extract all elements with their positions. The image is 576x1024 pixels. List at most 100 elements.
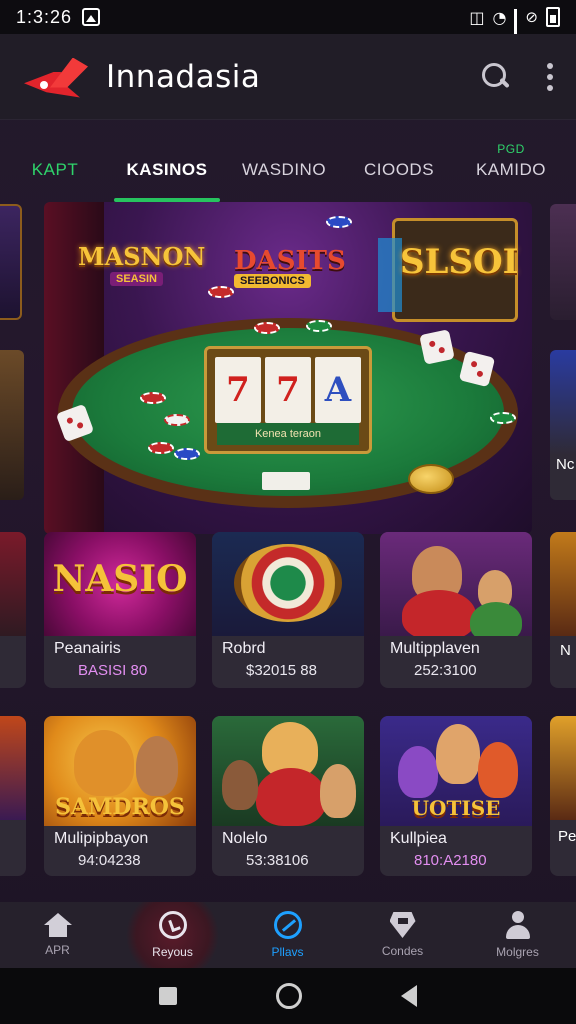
hero-subtitle-left: SEASIN <box>110 272 163 286</box>
edge-label: Nc <box>556 456 575 473</box>
edge-card-right-row3[interactable]: Pe <box>550 716 576 876</box>
hero-subtitle-center: SEEBONICS <box>234 274 311 288</box>
character-figure <box>436 724 480 784</box>
battery-icon <box>546 7 560 27</box>
game-meta: 252:3100 <box>414 662 477 679</box>
character-figure <box>470 602 522 636</box>
game-art <box>212 716 364 826</box>
chip <box>174 448 200 460</box>
tab-label: WASDINO <box>241 160 327 179</box>
nav-item-reyous[interactable]: Reyous <box>115 902 230 968</box>
nav-item-apr[interactable]: APR <box>0 902 115 968</box>
user-icon <box>504 911 532 939</box>
brand-logo <box>22 48 92 106</box>
edge-label: Pe <box>558 828 576 845</box>
nav-label: APR <box>45 943 70 957</box>
nav-item-molgres[interactable]: Molgres <box>460 902 575 968</box>
neon-light <box>378 238 402 312</box>
game-art <box>212 532 364 636</box>
chip <box>140 392 166 404</box>
tab-kapt[interactable]: KAPT <box>18 138 92 202</box>
chip <box>208 286 234 298</box>
nav-item-pllavs[interactable]: Pllavs <box>230 902 345 968</box>
gift-icon <box>390 912 416 938</box>
game-meta: 810:A2180 <box>414 852 487 869</box>
character-figure <box>402 590 476 636</box>
nav-label: Condes <box>381 944 424 958</box>
vibrate-icon: ◫ <box>469 7 485 27</box>
game-meta: $32015 88 <box>246 662 317 679</box>
app-bar: Innadasia <box>0 34 576 120</box>
tab-wasdino[interactable]: WASDINO <box>238 138 330 202</box>
edge-card-right-top[interactable] <box>550 204 576 320</box>
game-card[interactable]: UOTISE Kullpiea 810:A2180 <box>380 716 532 876</box>
reel-3: A <box>315 357 361 423</box>
chip <box>326 216 352 228</box>
character-figure <box>320 764 356 818</box>
chip <box>148 442 174 454</box>
tab-label: KAPT <box>31 160 79 179</box>
back-triangle-icon[interactable] <box>400 985 417 1007</box>
more-vert-icon[interactable] <box>546 62 554 91</box>
chip <box>254 322 280 334</box>
character-figure <box>222 760 258 810</box>
reel-2: 7 <box>265 357 311 423</box>
featured-banner[interactable]: MASNON SEASIN DASITS SEEBONICS SLSOI 7 7… <box>44 202 532 534</box>
game-art: SAMDROS <box>44 716 196 826</box>
play-icon <box>273 911 302 939</box>
status-icons: ◫ ◔ ⊘ <box>469 7 560 49</box>
status-time: 1:3:26 <box>16 6 73 27</box>
game-meta: BASISI 80 <box>78 662 148 679</box>
game-name: Multipplaven <box>390 640 480 657</box>
nav-item-condes[interactable]: Condes <box>345 902 460 968</box>
hero-title-left: MASNON <box>78 242 206 271</box>
gold-coin <box>408 464 454 494</box>
edge-card-right-row2[interactable]: N <box>550 532 576 688</box>
game-card[interactable]: Nolelo 53:38106 <box>212 716 364 876</box>
home-circle-icon[interactable] <box>275 983 302 1009</box>
wifi-icon: ◔ <box>492 7 507 27</box>
nav-label: Molgres <box>496 945 539 959</box>
recent-icon <box>158 911 187 939</box>
edge-slot-machine-left[interactable] <box>0 204 22 320</box>
game-meta: 94:04238 <box>78 852 141 869</box>
nav-label: Reyous <box>152 945 193 959</box>
chip <box>306 320 332 332</box>
game-art <box>380 532 532 636</box>
game-card[interactable]: SAMDROS Mulipipbayon 94:04238 <box>44 716 196 876</box>
image-icon <box>82 8 101 26</box>
tab-badge: PGD <box>497 142 525 156</box>
edge-card-left-row2[interactable] <box>0 532 26 688</box>
game-card[interactable]: Multipplaven 252:3100 <box>380 532 532 688</box>
nav-label: Pllavs <box>271 945 304 959</box>
slot-plate: Kenea teraon <box>217 423 359 445</box>
dice <box>419 329 455 365</box>
tab-label: CIOODS <box>363 160 435 179</box>
game-art: UOTISE <box>380 716 532 826</box>
recents-square-icon[interactable] <box>159 987 178 1005</box>
tab-label: KASINOS <box>126 160 208 179</box>
tab-kamido[interactable]: PGD KAMIDO <box>474 138 548 202</box>
game-name: Nolelo <box>222 830 268 847</box>
game-art-title: SAMDROS <box>55 794 185 820</box>
character-figure <box>256 768 326 826</box>
home-icon <box>43 913 72 937</box>
tab-kasinos[interactable]: KASINOS <box>114 138 220 202</box>
chip <box>490 412 516 424</box>
game-name: Mulipipbayon <box>54 830 149 847</box>
roulette-wheel <box>234 544 342 622</box>
game-card[interactable]: NASIO Peanairis BASISI 80 <box>44 532 196 688</box>
tab-cioods[interactable]: CIOODS <box>358 138 440 202</box>
game-card[interactable]: Robrd $32015 88 <box>212 532 364 688</box>
search-icon[interactable] <box>480 61 512 93</box>
game-name: Kullpiea <box>390 830 447 847</box>
edge-card-right[interactable]: Nc <box>550 350 576 500</box>
character-figure <box>136 736 178 796</box>
edge-card-left[interactable] <box>0 350 24 500</box>
edge-card-left-row3[interactable] <box>0 716 26 876</box>
hero-title-center: DASITS <box>234 246 346 276</box>
system-navigation <box>0 968 576 1024</box>
game-art-title: NASIO <box>52 558 188 600</box>
slot-display: 7 7 A Kenea teraon <box>204 346 372 454</box>
game-name: Robrd <box>222 640 266 657</box>
